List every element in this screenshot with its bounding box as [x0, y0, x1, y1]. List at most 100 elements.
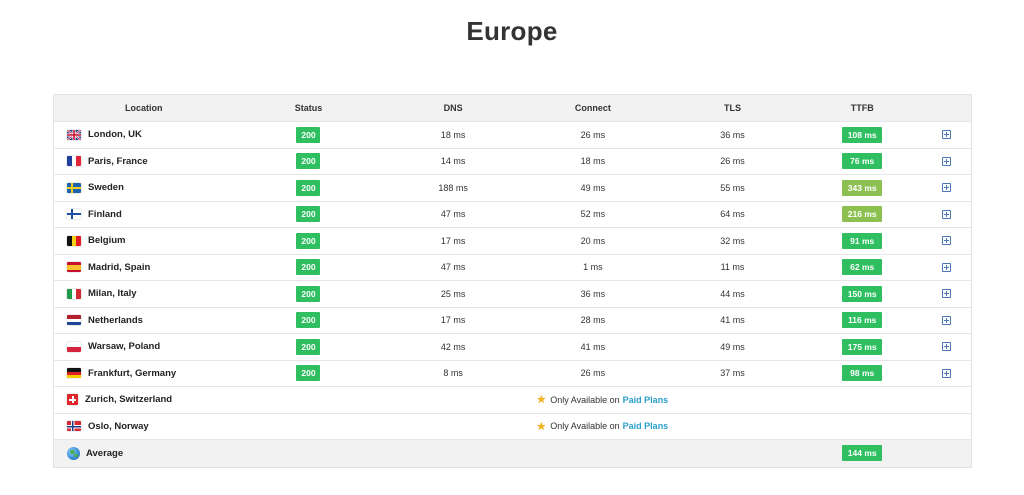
- average-label-cell: Average: [54, 440, 234, 467]
- belgium-flag: [67, 235, 81, 246]
- ttfb-badge: 175 ms: [842, 338, 883, 355]
- connect-value: 49 ms: [580, 182, 606, 193]
- spain-flag: [67, 262, 81, 273]
- dns-value: 47 ms: [440, 262, 466, 273]
- dns-cell: 14 ms: [383, 149, 523, 175]
- status-cell: 200: [234, 281, 384, 307]
- expand-cell: [922, 281, 971, 307]
- ttfb-cell: 98 ms: [802, 361, 922, 387]
- expand-plus-icon[interactable]: [942, 368, 952, 378]
- connect-cell: 41 ms: [523, 334, 663, 360]
- paid-plans-link[interactable]: Paid Plans: [623, 395, 669, 405]
- tls-cell: 11 ms: [663, 255, 803, 281]
- expand-plus-icon[interactable]: [942, 315, 952, 325]
- location-name: Madrid, Spain: [88, 261, 151, 273]
- status-badge: 200: [296, 232, 321, 249]
- expand-plus-icon[interactable]: [942, 156, 952, 166]
- expand-cell: [922, 175, 971, 201]
- location-cell: Finland: [54, 202, 234, 228]
- table-row: Sweden 200 188 ms 49 ms 55 ms 343 ms: [54, 175, 971, 202]
- dns-value: 14 ms: [440, 156, 466, 167]
- empty-cell: [383, 440, 523, 467]
- status-badge: 200: [296, 285, 321, 302]
- column-header-status: Status: [294, 103, 323, 113]
- tls-cell: 41 ms: [663, 308, 803, 334]
- average-label: Average: [86, 447, 124, 459]
- location-cell: Netherlands: [54, 308, 234, 334]
- connect-cell: 52 ms: [523, 202, 663, 228]
- results-table: Location Status DNS Connect TLS TTFB Lon…: [53, 94, 972, 468]
- location-cell: Madrid, Spain: [54, 255, 234, 281]
- table-row: Belgium 200 17 ms 20 ms 32 ms 91 ms: [54, 228, 971, 255]
- empty-cell: [523, 440, 663, 467]
- connect-value: 1 ms: [583, 262, 603, 273]
- expand-plus-icon[interactable]: [942, 130, 952, 140]
- location-name: Oslo, Norway: [88, 420, 149, 432]
- tls-cell: 37 ms: [663, 361, 803, 387]
- dns-value: 25 ms: [440, 288, 466, 299]
- paid-plans-text: Only Available on: [550, 421, 620, 432]
- dns-cell: 42 ms: [383, 334, 523, 360]
- tls-value: 36 ms: [720, 129, 745, 140]
- ttfb-cell: 76 ms: [802, 149, 922, 175]
- location-cell: Sweden: [54, 175, 234, 201]
- expand-plus-icon[interactable]: [942, 289, 952, 299]
- column-header-location: Location: [125, 103, 163, 113]
- table-row: Madrid, Spain 200 47 ms 1 ms 11 ms 62 ms: [54, 254, 971, 281]
- globe-icon: [67, 446, 80, 460]
- tls-value: 11 ms: [720, 262, 745, 273]
- paid-plans-link[interactable]: Paid Plans: [623, 421, 669, 431]
- expand-plus-icon[interactable]: [942, 209, 952, 219]
- norway-flag: [67, 421, 81, 432]
- status-badge: 200: [296, 153, 321, 170]
- dns-cell: 17 ms: [383, 308, 523, 334]
- location-name: Finland: [88, 208, 122, 220]
- france-flag: [67, 156, 81, 167]
- connect-value: 26 ms: [580, 129, 606, 140]
- connect-cell: 36 ms: [523, 281, 663, 307]
- expand-plus-icon[interactable]: [942, 183, 952, 193]
- expand-plus-icon[interactable]: [942, 236, 952, 246]
- dns-value: 42 ms: [440, 341, 466, 352]
- connect-cell: 26 ms: [523, 122, 663, 148]
- tls-value: 41 ms: [720, 315, 745, 326]
- location-cell: Frankfurt, Germany: [54, 361, 234, 387]
- ttfb-badge: 76 ms: [842, 153, 883, 170]
- location-name: Frankfurt, Germany: [88, 367, 177, 379]
- location-name: Milan, Italy: [88, 288, 137, 300]
- table-row: Milan, Italy 200 25 ms 36 ms 44 ms 150 ms: [54, 281, 971, 308]
- ttfb-badge: 343 ms: [842, 179, 883, 196]
- tls-value: 37 ms: [720, 368, 745, 379]
- ttfb-badge: 150 ms: [842, 285, 883, 302]
- expand-plus-icon[interactable]: [942, 342, 952, 352]
- paid-plans-note-cell: ★ Only Available on Paid Plans: [234, 387, 971, 413]
- location-name: Belgium: [88, 235, 126, 247]
- column-header-ttfb: TTFB: [850, 103, 874, 113]
- germany-flag: [67, 368, 81, 379]
- dns-cell: 47 ms: [383, 202, 523, 228]
- connect-cell: 20 ms: [523, 228, 663, 254]
- location-cell: Warsaw, Poland: [54, 334, 234, 360]
- average-row: Average 144 ms: [54, 440, 971, 467]
- table-body: London, UK 200 18 ms 26 ms 36 ms 108 ms Paris,…: [54, 122, 971, 467]
- ttfb-badge: 98 ms: [842, 365, 883, 382]
- expand-cell: [922, 361, 971, 387]
- dns-value: 17 ms: [440, 235, 466, 246]
- expand-cell: [922, 202, 971, 228]
- average-ttfb-cell: 144 ms: [802, 440, 922, 467]
- dns-cell: 17 ms: [383, 228, 523, 254]
- empty-cell: [922, 440, 971, 467]
- status-cell: 200: [234, 122, 384, 148]
- status-badge: 200: [296, 126, 321, 143]
- ttfb-cell: 108 ms: [802, 122, 922, 148]
- table-row: London, UK 200 18 ms 26 ms 36 ms 108 ms: [54, 122, 971, 149]
- connect-cell: 26 ms: [523, 361, 663, 387]
- location-name: Warsaw, Poland: [88, 341, 161, 353]
- expand-cell: [922, 308, 971, 334]
- column-header-expand: [922, 95, 971, 121]
- paid-plans-note: ★ Only Available on Paid Plans: [536, 420, 668, 433]
- expand-plus-icon[interactable]: [942, 262, 952, 272]
- dns-value: 17 ms: [440, 315, 466, 326]
- ttfb-badge: 62 ms: [842, 259, 883, 276]
- average-ttfb-badge: 144 ms: [842, 445, 883, 462]
